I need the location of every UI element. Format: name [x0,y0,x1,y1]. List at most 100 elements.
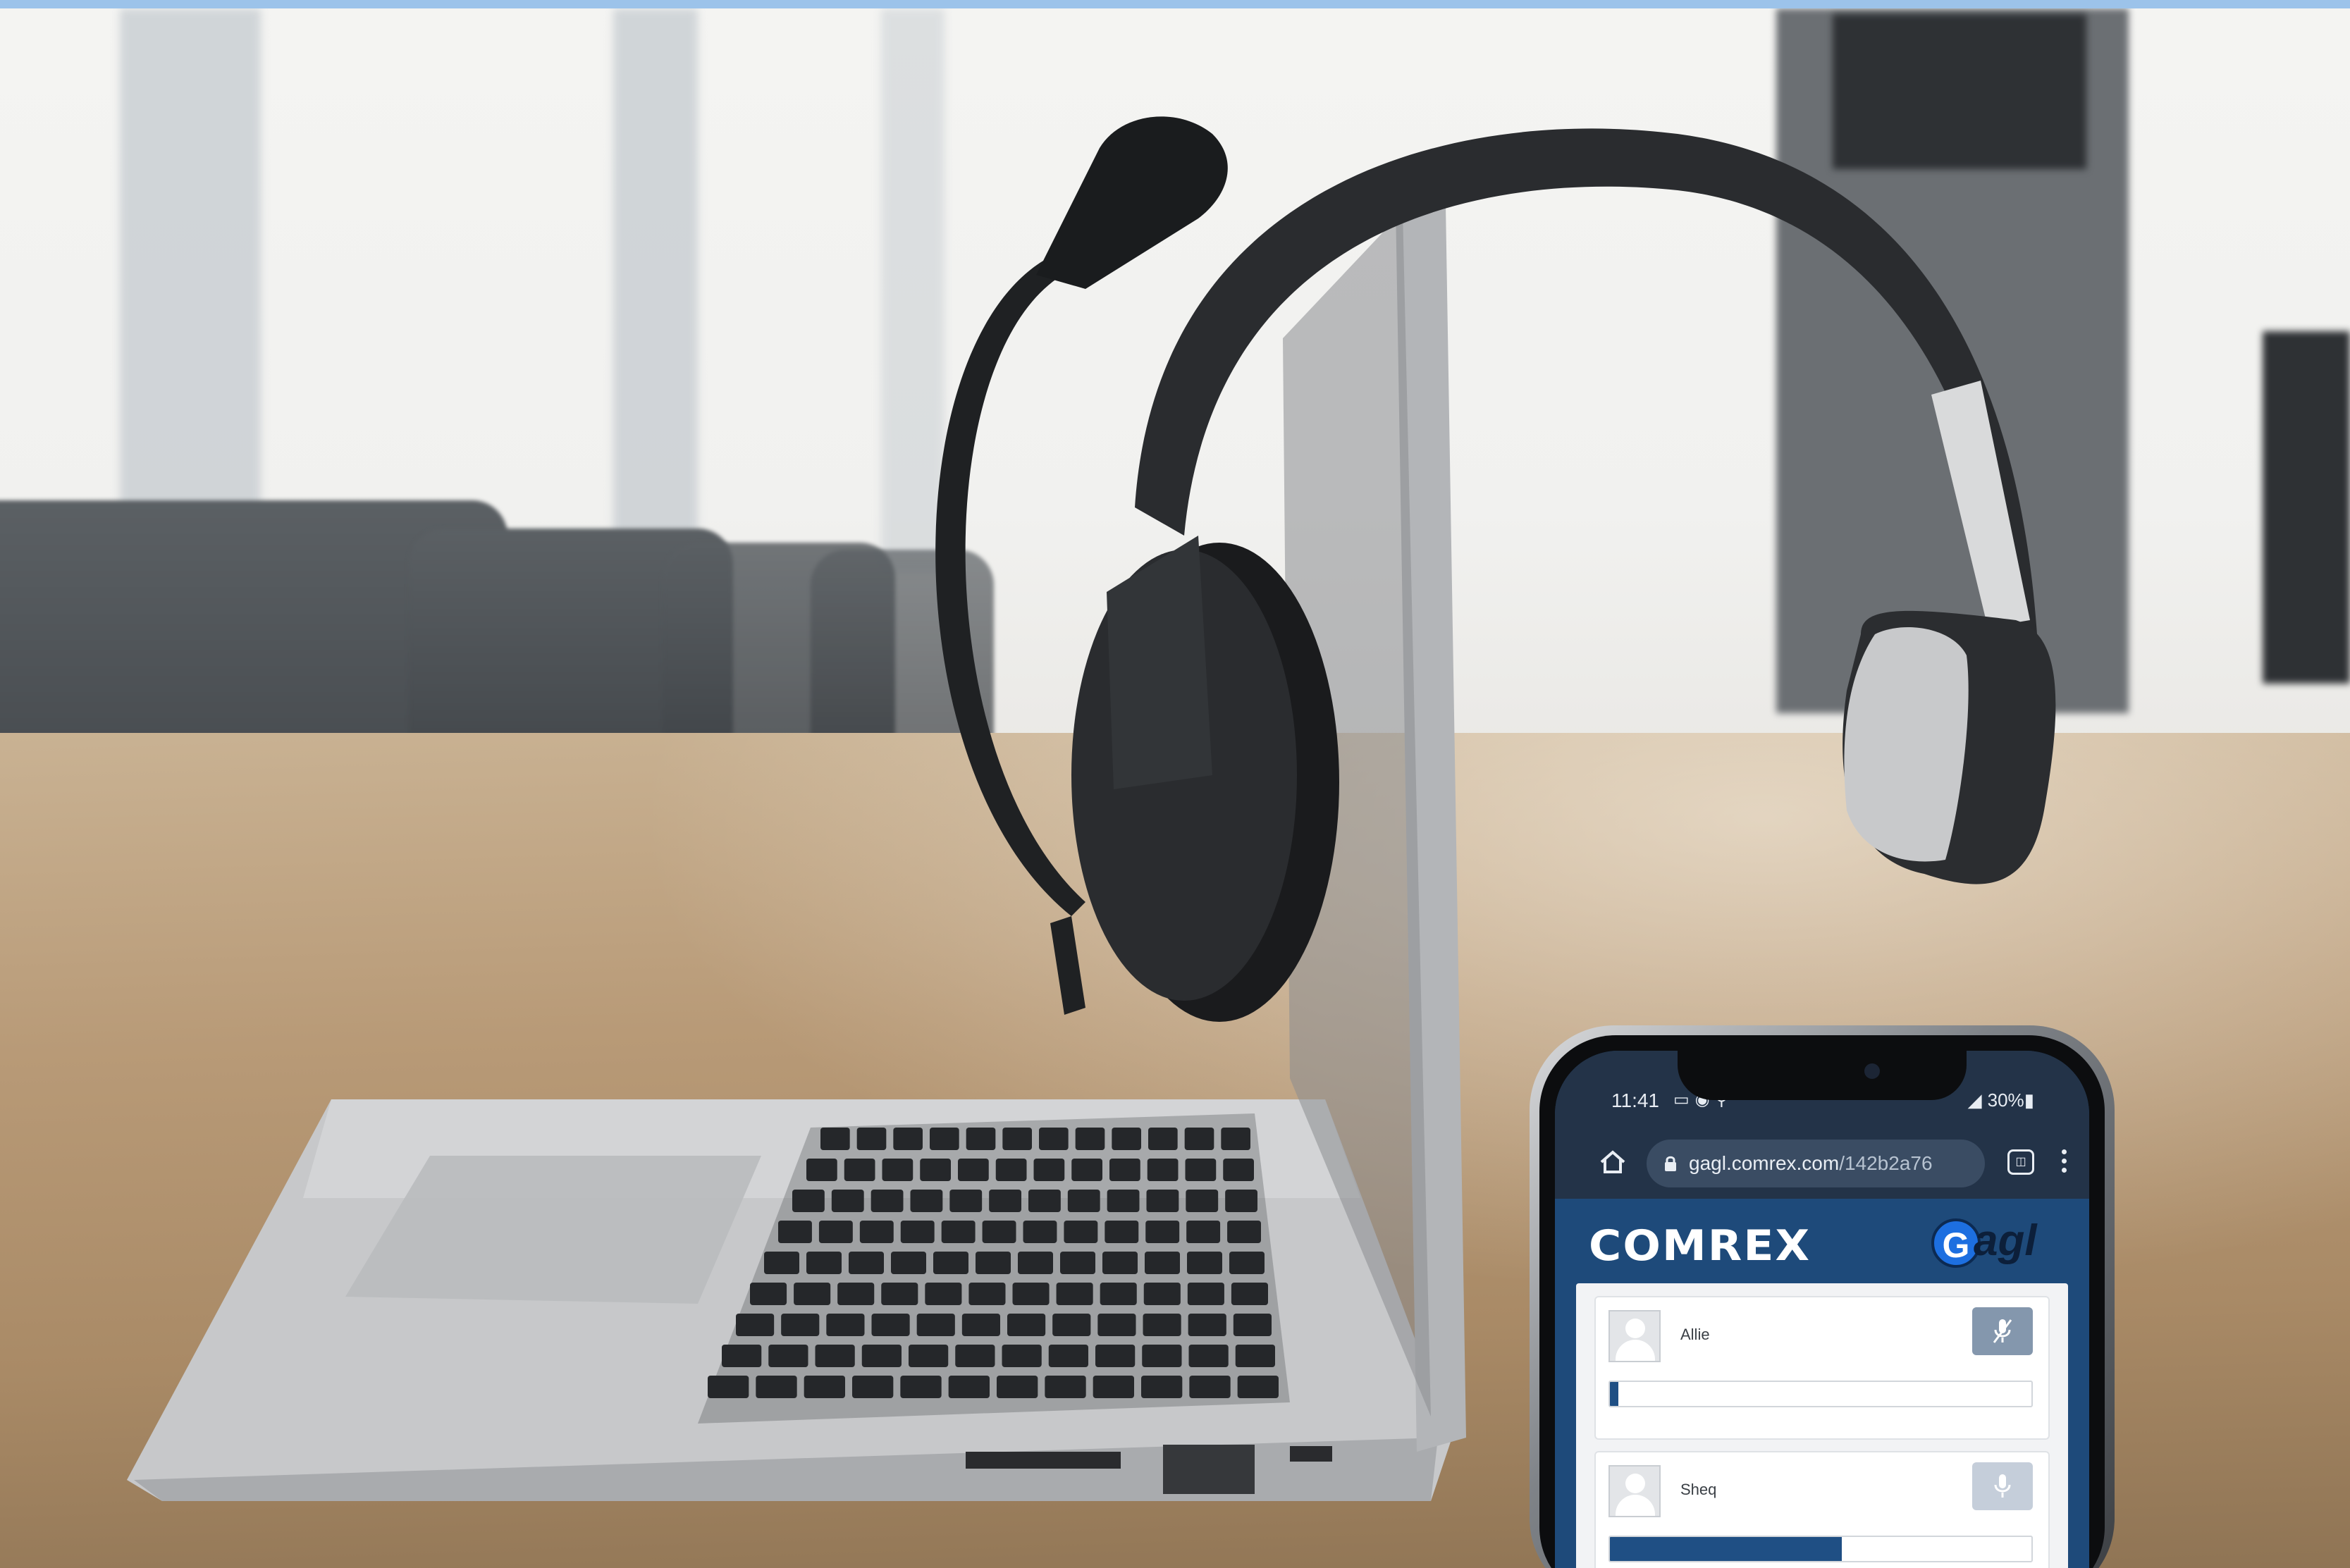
participant-card: Allie [1594,1296,2050,1440]
keyboard-key [1056,1283,1093,1305]
keyboard-key [736,1314,775,1336]
keyboard-key [1039,1128,1069,1150]
keyboard-key [958,1159,989,1181]
keyboard-key [1187,1252,1222,1274]
tabs-icon[interactable]: ◫ [2007,1149,2034,1175]
keyboard-key [1102,1252,1138,1274]
keyboard-key [1184,1128,1214,1150]
keyboard-key [1064,1221,1098,1243]
keyboard-key [750,1283,787,1305]
top-accent-bar [0,0,2350,8]
keyboard-key [722,1345,762,1367]
phone-notch [1678,1051,1967,1100]
keyboard-key [1097,1314,1136,1336]
mic-icon [1994,1474,2011,1498]
keyboard-key [831,1190,864,1212]
keyboard-key [806,1252,842,1274]
participant-name: Allie [1680,1326,1710,1343]
keyboard-key [948,1376,990,1398]
keyboard-key [794,1283,831,1305]
keyboard-key [982,1221,1016,1243]
keyboard-key [881,1283,918,1305]
keyboard-key [1112,1128,1141,1150]
keyboard-key [1187,1283,1224,1305]
keyboard-key [1231,1283,1268,1305]
audio-level-meter [1608,1381,2033,1407]
keyboard-key [1067,1190,1100,1212]
keyboard-key [859,1221,894,1243]
keyboard-key [818,1221,853,1243]
keyboard-key [1223,1159,1254,1181]
signal-icon: ◢ [1967,1089,1982,1111]
keyboard-key [955,1345,995,1367]
mic-toggle-button[interactable] [1972,1307,2033,1355]
keyboard-key [1142,1345,1182,1367]
keyboard-key [968,1283,1006,1305]
keyboard-key [826,1314,865,1336]
keyboard-key [764,1252,799,1274]
keyboard-key [708,1376,749,1398]
audio-level-fill [1610,1382,1618,1406]
keyboard-key [1048,1345,1088,1367]
lock-icon [1665,1156,1676,1171]
keyboard-key [910,1190,943,1212]
mic-toggle-button[interactable] [1972,1462,2033,1510]
avatar [1608,1310,1661,1362]
mic-off-icon [1993,1319,2012,1343]
keyboard-key [949,1190,983,1212]
phone-screen: 11:41 ▭◉⚲ ◢ 30%▮ gagl.comrex.com/142b2a76 [1555,1051,2089,1568]
phone-bezel: 11:41 ▭◉⚲ ◢ 30%▮ gagl.comrex.com/142b2a76 [1539,1035,2105,1568]
keyboard-key [1100,1283,1137,1305]
keyboard-key [961,1314,1000,1336]
keyboard-key [1148,1128,1178,1150]
keyboard-key [997,1376,1038,1398]
front-camera [1864,1063,1880,1079]
keyboard-key [925,1283,962,1305]
audio-level-fill [1610,1537,1842,1561]
keyboard-key [891,1252,926,1274]
keyboard-key [1105,1221,1139,1243]
gagl-logo: G agl [1931,1210,2051,1273]
url-domain: gagl.comrex.com [1689,1152,1840,1174]
keyboard-key [1093,1376,1134,1398]
participant-list: Allie Sheq [1576,1283,2068,1568]
keyboard-key [1007,1314,1046,1336]
keyboard-key [1045,1376,1086,1398]
keyboard-key [941,1221,976,1243]
app-header: COMREX G agl [1555,1199,2089,1283]
keyboard-key [778,1221,812,1243]
keyboard-key [976,1252,1011,1274]
keyboard-key [900,1221,935,1243]
keyboard-key [815,1345,855,1367]
audio-level-meter [1608,1536,2033,1562]
keyboard-key [989,1190,1021,1212]
gagl-logo-text: agl [1974,1216,2037,1265]
keyboard-key [1060,1252,1095,1274]
address-bar[interactable]: gagl.comrex.com/142b2a76 [1647,1140,1985,1187]
keyboard-key [1235,1345,1275,1367]
keyboard-key [1002,1128,1032,1150]
keyboard-key [1189,1376,1231,1398]
status-time: 11:41 [1611,1089,1659,1111]
keyboard-key [1233,1314,1272,1336]
keyboard-key [1221,1128,1250,1150]
keyboard-key [1146,1190,1179,1212]
keyboard-key [1095,1345,1136,1367]
overflow-menu-icon[interactable] [2057,1147,2071,1179]
keyboard-key [1028,1190,1061,1212]
participant-card: Sheq [1594,1451,2050,1568]
keyboard-key [1071,1159,1102,1181]
keyboard-key [804,1376,845,1398]
keyboard-key [933,1252,968,1274]
keyboard-key [1186,1190,1219,1212]
keyboard-key [916,1314,955,1336]
home-icon[interactable] [1597,1147,1628,1178]
keyboard-key [1107,1190,1140,1212]
browser-toolbar: gagl.comrex.com/142b2a76 ◫ [1555,1128,2089,1199]
battery-level: 30% [1987,1089,2024,1111]
keyboard-key [1147,1159,1179,1181]
keyboard-key [856,1128,887,1150]
keyboard-key [849,1252,884,1274]
url-path: /142b2a76 [1839,1152,1933,1174]
keyboard-key [768,1345,808,1367]
